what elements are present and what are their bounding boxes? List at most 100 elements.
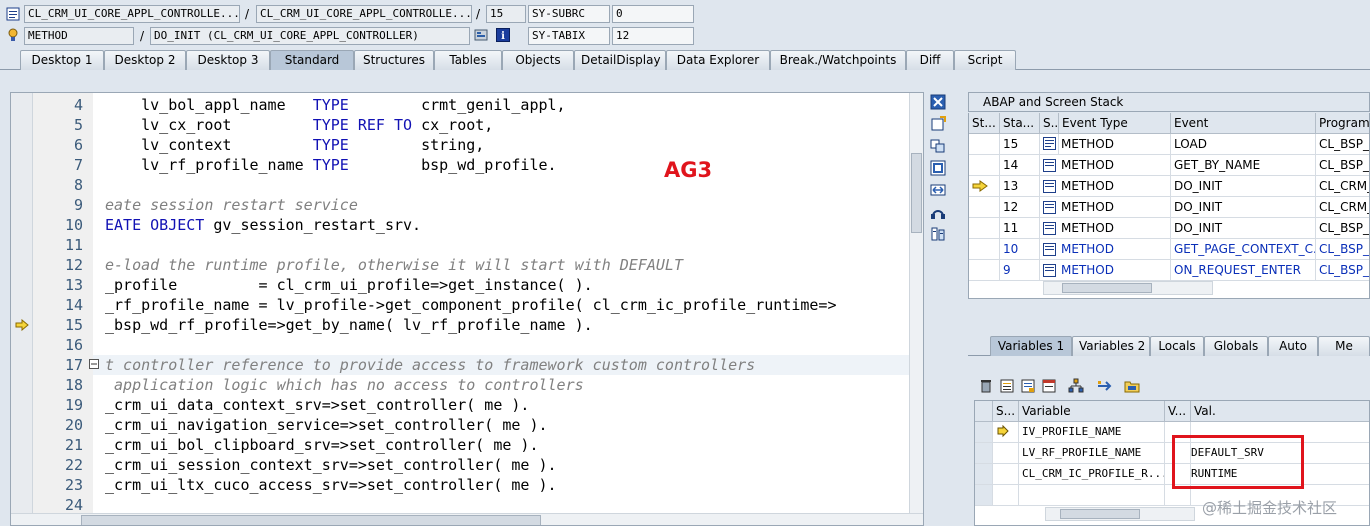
code-line-13: _profile = cl_crm_ui_profile=>get_instan…: [105, 276, 593, 294]
column-header[interactable]: Val.: [1191, 401, 1369, 422]
stack-row-marker[interactable]: [969, 155, 1000, 176]
stack-event[interactable]: DO_INIT: [1171, 176, 1316, 197]
row-selector[interactable]: [975, 443, 993, 464]
stack-row-marker[interactable]: [969, 176, 1000, 197]
line-number: 8: [73, 176, 83, 194]
code-line-7: lv_rf_profile_name TYPE bsp_wd_profile.: [105, 156, 557, 174]
var-name[interactable]: IV_PROFILE_NAME: [1019, 422, 1165, 443]
tab-globals[interactable]: Globals: [1204, 336, 1268, 356]
sysvar-name-field[interactable]: SY-SUBRC: [528, 5, 610, 23]
table-icon[interactable]: [1041, 378, 1057, 394]
column-header[interactable]: S...: [1040, 113, 1059, 134]
code-line-10: EATE OBJECT gv_session_restart_srv.: [105, 216, 422, 234]
settings-icon[interactable]: [930, 226, 946, 242]
stack-event[interactable]: DO_INIT: [1171, 197, 1316, 218]
tab-desktop-2[interactable]: Desktop 2: [104, 50, 186, 70]
folder-icon[interactable]: [1124, 378, 1140, 394]
tab-variables-2[interactable]: Variables 2: [1072, 336, 1150, 356]
var-name[interactable]: LV_RF_PROFILE_NAME: [1019, 443, 1165, 464]
editor-vertical-scrollbar[interactable]: [909, 93, 923, 513]
sysvar2-name-field[interactable]: SY-TABIX: [528, 27, 610, 45]
breakpoint-gutter[interactable]: [11, 93, 33, 513]
variables-horizontal-scrollbar[interactable]: [1045, 507, 1195, 521]
stack-grid[interactable]: St... Sta... S... Event Type Event Progr…: [968, 113, 1370, 299]
stack-row-marker[interactable]: [969, 260, 1000, 281]
column-header[interactable]: S...: [993, 401, 1019, 422]
var-name[interactable]: CL_CRM_IC_PROFILE_R...: [1019, 464, 1165, 485]
column-header[interactable]: V...: [1165, 401, 1191, 422]
source-code-editor[interactable]: 4 5 6 7 8 9 10 11 12 13 14 15 16 17 18 1…: [10, 92, 924, 526]
tab-standard[interactable]: Standard: [270, 50, 354, 70]
column-header[interactable]: St...: [969, 113, 1000, 134]
stack-program[interactable]: CL_BSP_C: [1316, 239, 1369, 260]
row-selector[interactable]: [975, 422, 993, 443]
sysvar-value-field[interactable]: 0: [612, 5, 694, 23]
list-icon[interactable]: [999, 378, 1015, 394]
swap-icon[interactable]: [930, 182, 946, 198]
column-header[interactable]: [975, 401, 993, 422]
editor-horizontal-scrollbar[interactable]: [11, 513, 923, 525]
stack-program[interactable]: CL_CRM_U: [1316, 176, 1369, 197]
services-icon[interactable]: [930, 204, 946, 220]
tab-auto[interactable]: Auto: [1268, 336, 1318, 356]
stack-program[interactable]: CL_BSP_C: [1316, 218, 1369, 239]
scrollbar-thumb[interactable]: [911, 153, 922, 233]
stack-event[interactable]: GET_BY_NAME: [1171, 155, 1316, 176]
stack-program[interactable]: CL_BSP_W: [1316, 134, 1369, 155]
display-object-icon[interactable]: [474, 28, 488, 42]
stack-event[interactable]: ON_REQUEST_ENTER: [1171, 260, 1316, 281]
stack-row-marker[interactable]: [969, 218, 1000, 239]
column-header[interactable]: Sta...: [1000, 113, 1040, 134]
stack-program[interactable]: CL_BSP_R: [1316, 260, 1369, 281]
sysvar2-value-field[interactable]: 12: [612, 27, 694, 45]
save-list-icon[interactable]: [1020, 378, 1036, 394]
replace-tool-icon[interactable]: [930, 138, 946, 154]
stack-row-marker[interactable]: [969, 134, 1000, 155]
row-selector[interactable]: [975, 485, 993, 506]
tab-detaildisplay[interactable]: DetailDisplay: [574, 50, 666, 70]
separator: /: [140, 29, 145, 43]
hierarchy-icon[interactable]: [1068, 378, 1084, 394]
stack-event[interactable]: LOAD: [1171, 134, 1316, 155]
new-tool-icon[interactable]: [930, 116, 946, 132]
column-header[interactable]: Event: [1171, 113, 1316, 134]
var-name[interactable]: [1019, 485, 1165, 506]
delete-icon[interactable]: [978, 378, 994, 394]
tab-break-watchpoints[interactable]: Break./Watchpoints: [770, 50, 906, 70]
line-number: 13: [64, 276, 83, 294]
tab-me[interactable]: Me: [1318, 336, 1370, 356]
tab-desktop-3[interactable]: Desktop 3: [186, 50, 270, 70]
tab-variables-1[interactable]: Variables 1: [990, 336, 1072, 356]
stack-horizontal-scrollbar[interactable]: [1043, 281, 1213, 295]
tab-script[interactable]: Script: [954, 50, 1016, 70]
column-header[interactable]: Variable: [1019, 401, 1165, 422]
fold-collapse-icon[interactable]: [89, 359, 99, 369]
tab-objects[interactable]: Objects: [502, 50, 574, 70]
tab-locals[interactable]: Locals: [1150, 336, 1204, 356]
tab-tables[interactable]: Tables: [434, 50, 502, 70]
code-line-23: _crm_ui_ltx_cuco_access_srv=>set_control…: [105, 476, 557, 494]
row-selector[interactable]: [975, 464, 993, 485]
scrollbar-thumb[interactable]: [81, 515, 541, 525]
tab-diff[interactable]: Diff: [906, 50, 954, 70]
line-number: 12: [64, 256, 83, 274]
stack-program[interactable]: CL_BSP_W: [1316, 155, 1369, 176]
column-header[interactable]: Program: [1316, 113, 1369, 134]
tab-desktop-1[interactable]: Desktop 1: [20, 50, 104, 70]
stack-row-marker[interactable]: [969, 239, 1000, 260]
info-icon[interactable]: i: [496, 28, 510, 42]
scrollbar-thumb[interactable]: [1062, 283, 1152, 293]
stack-event[interactable]: DO_INIT: [1171, 218, 1316, 239]
close-icon[interactable]: [930, 94, 946, 110]
column-header[interactable]: Event Type: [1059, 113, 1171, 134]
code-line-22: _crm_ui_session_context_srv=>set_control…: [105, 456, 557, 474]
var-status-cell: [993, 443, 1019, 464]
stack-event[interactable]: GET_PAGE_CONTEXT_C...: [1171, 239, 1316, 260]
scrollbar-thumb[interactable]: [1060, 509, 1140, 519]
maximize-icon[interactable]: [930, 160, 946, 176]
tab-structures[interactable]: Structures: [354, 50, 434, 70]
tab-data-explorer[interactable]: Data Explorer: [666, 50, 770, 70]
navigate-icon[interactable]: [1096, 378, 1112, 394]
stack-program[interactable]: CL_CRM_U: [1316, 197, 1369, 218]
stack-row-marker[interactable]: [969, 197, 1000, 218]
